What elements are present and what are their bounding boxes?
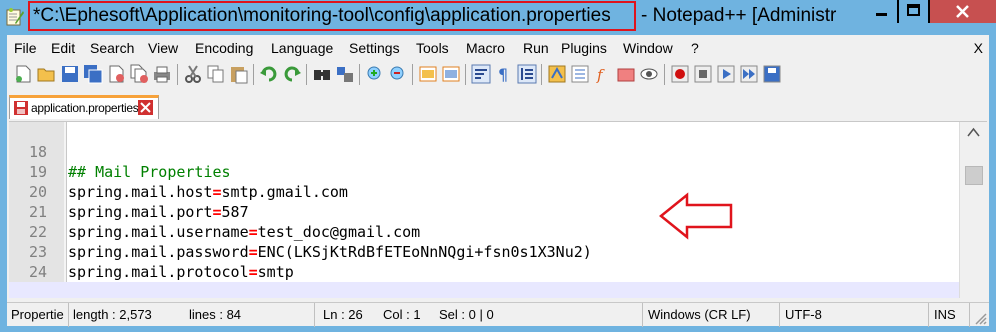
undo-icon[interactable] [259, 64, 279, 84]
window-title-app: - Notepad++ [Administr [641, 5, 837, 26]
menu-view[interactable]: View [148, 40, 178, 56]
status-length: length : 2,573 [73, 307, 152, 322]
redo-icon[interactable] [282, 64, 302, 84]
tab-strip: application.properties [7, 93, 989, 119]
code-line: 22 spring.mail.password=ENC(LKSjKtRdBfET… [9, 202, 959, 261]
svg-text:f: f [596, 66, 605, 84]
replace-icon[interactable] [335, 64, 355, 84]
close-document-button[interactable]: X [974, 40, 983, 56]
code-line: 18 ## Mail Properties [9, 122, 959, 181]
toolbar-separator [412, 64, 413, 85]
print-icon[interactable] [152, 64, 172, 84]
tab-close-button[interactable] [138, 100, 153, 115]
function-list-icon[interactable]: f [593, 64, 613, 84]
word-wrap-icon[interactable] [471, 64, 491, 84]
toolbar-separator [664, 64, 665, 85]
status-eol[interactable]: Windows (CR LF) [644, 303, 780, 327]
red-arrow-callout [659, 192, 733, 240]
user-language-icon[interactable] [547, 64, 567, 84]
save-all-icon[interactable] [83, 64, 103, 84]
toolbar-separator [177, 64, 178, 85]
monitoring-icon[interactable] [639, 64, 659, 84]
minimize-button[interactable] [866, 0, 897, 23]
status-encoding[interactable]: UTF-8 [781, 303, 929, 327]
tab-close-icon [140, 102, 151, 113]
menu-edit[interactable]: Edit [51, 40, 75, 56]
doc-map-icon[interactable] [570, 64, 590, 84]
sync-horizontal-icon[interactable] [441, 64, 461, 84]
code-line: 23 spring.mail.protocol=smtp [9, 222, 959, 281]
code-line: 19 spring.mail.host=smtp.gmail.com [9, 142, 959, 201]
status-ln: Ln : 26 [323, 307, 363, 322]
zoom-in-icon[interactable] [365, 64, 385, 84]
menu-tools[interactable]: Tools [416, 40, 449, 56]
copy-icon[interactable] [206, 64, 226, 84]
status-bar: Propertie length : 2,573 lines : 84 Ln :… [7, 302, 989, 327]
toolbar-separator [306, 64, 307, 85]
new-file-icon[interactable] [13, 64, 33, 84]
show-all-chars-icon[interactable]: ¶ [494, 64, 514, 84]
scrollbar-thumb[interactable] [965, 166, 983, 185]
save-macro-icon[interactable] [762, 64, 782, 84]
status-sel: Sel : 0 | 0 [435, 303, 643, 327]
toolbar: ¶ f [7, 61, 989, 89]
close-button[interactable] [930, 0, 996, 23]
title-bar: *C:\Ephesoft\Application\monitoring-tool… [0, 0, 996, 35]
folder-workspace-icon[interactable] [616, 64, 636, 84]
close-icon [956, 5, 969, 18]
notepad-client-area: File Edit Search View Encoding Language … [7, 35, 989, 327]
menu-run[interactable]: Run [523, 40, 549, 56]
svg-text:¶: ¶ [498, 65, 508, 84]
code-line: 21 spring.mail.username=test_doc@gmail.c… [9, 182, 959, 241]
menu-macro[interactable]: Macro [466, 40, 505, 56]
maximize-icon [907, 4, 920, 16]
notepadpp-app-icon[interactable] [5, 7, 25, 27]
menu-plugins[interactable]: Plugins [561, 40, 607, 56]
toolbar-separator [465, 64, 466, 85]
toolbar-separator [359, 64, 360, 85]
vertical-scrollbar[interactable] [959, 122, 987, 298]
menu-search[interactable]: Search [90, 40, 134, 56]
play-macro-icon[interactable] [716, 64, 736, 84]
maximize-button[interactable] [897, 0, 930, 23]
window-title-path: *C:\Ephesoft\Application\monitoring-tool… [33, 5, 611, 26]
menu-settings[interactable]: Settings [349, 40, 400, 56]
text-editor[interactable]: 18 ## Mail Properties 19 spring.mail.hos… [9, 121, 987, 298]
code-line: 25 spring.thymeleaf.check-template-locat… [9, 262, 959, 298]
menu-language[interactable]: Language [271, 40, 333, 56]
status-col: Col : 1 [383, 307, 421, 322]
close-all-icon[interactable] [129, 64, 149, 84]
run-macro-multiple-icon[interactable] [739, 64, 759, 84]
toolbar-separator [253, 64, 254, 85]
indent-guide-icon[interactable] [517, 64, 537, 84]
code-line: 20 spring.mail.port=587 [9, 162, 959, 221]
status-lines: lines : 84 [185, 303, 315, 327]
menu-window[interactable]: Window [623, 40, 673, 56]
menu-help[interactable]: ? [691, 40, 699, 56]
cut-icon[interactable] [183, 64, 203, 84]
tab-label: application.properties [31, 101, 139, 115]
sync-vertical-icon[interactable] [418, 64, 438, 84]
status-file-type: Propertie [7, 303, 69, 327]
menu-encoding[interactable]: Encoding [195, 40, 253, 56]
save-icon[interactable] [60, 64, 80, 84]
current-code-line: 26 [9, 282, 959, 298]
resize-grip-icon[interactable] [973, 311, 987, 325]
menu-bar: File Edit Search View Encoding Language … [7, 38, 989, 58]
find-icon[interactable] [312, 64, 332, 84]
record-macro-icon[interactable] [670, 64, 690, 84]
close-file-icon[interactable] [106, 64, 126, 84]
menu-file[interactable]: File [14, 40, 37, 56]
stop-macro-icon[interactable] [693, 64, 713, 84]
save-disk-icon [14, 101, 28, 115]
paste-icon[interactable] [229, 64, 249, 84]
status-insert-mode[interactable]: INS [930, 303, 970, 327]
minimize-icon [876, 13, 887, 16]
code-line: 24 spring.mail.properties.mail.smtp.star… [9, 242, 959, 298]
tab-application-properties[interactable]: application.properties [9, 95, 159, 119]
zoom-out-icon[interactable] [388, 64, 408, 84]
open-file-icon[interactable] [36, 64, 56, 84]
toolbar-separator [541, 64, 542, 85]
scroll-up-icon[interactable] [967, 126, 980, 138]
